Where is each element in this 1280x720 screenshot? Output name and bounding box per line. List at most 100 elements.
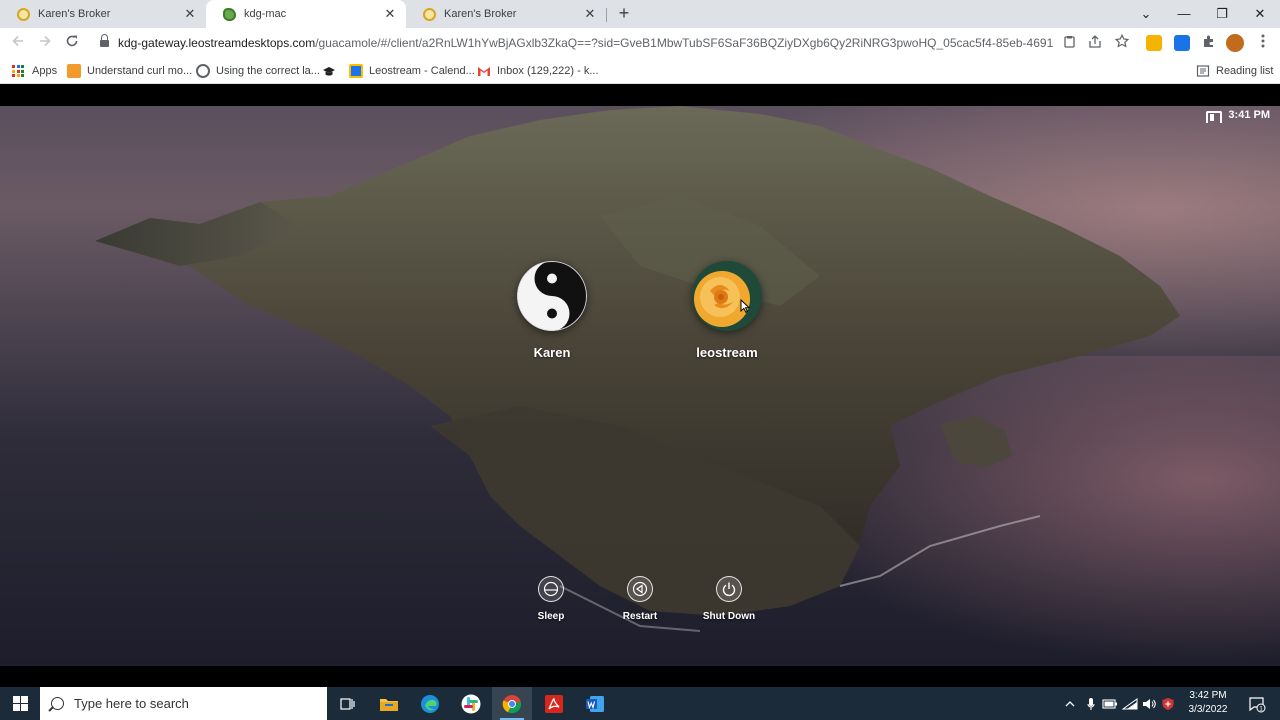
windows-logo-icon	[12, 696, 28, 711]
restart-button[interactable]: Restart	[605, 576, 675, 622]
search-placeholder: Type here to search	[74, 696, 189, 711]
wifi-icon	[1122, 697, 1138, 709]
new-tab-button[interactable]: +	[614, 2, 634, 24]
yin-yang-avatar-icon	[517, 261, 587, 331]
reading-list-button[interactable]: Reading list	[1196, 63, 1273, 79]
reload-button[interactable]	[61, 32, 83, 54]
notification-center-button[interactable]: 1	[1242, 687, 1272, 720]
profile-avatar[interactable]	[1226, 34, 1244, 52]
tab-karens-broker-1[interactable]: Karen's Broker ✕	[0, 0, 206, 28]
extensions-button[interactable]	[1198, 32, 1220, 54]
mouse-cursor-icon	[740, 299, 750, 313]
macos-login-screen[interactable]: 3:41 PM Karen leostream Sleep Restart Sh…	[0, 106, 1280, 666]
minimize-button[interactable]: —	[1166, 0, 1202, 28]
browser-tab-strip: Karen's Broker ✕ kdg-mac ✕ Karen's Broke…	[0, 0, 1280, 28]
gmail-icon	[478, 67, 490, 76]
yin-yang-icon	[517, 261, 587, 331]
user-name-label: Karen	[533, 345, 571, 360]
volume-tray-button[interactable]	[1140, 687, 1158, 720]
login-menu-extras: 3:41 PM	[1206, 109, 1270, 123]
extension-orange-icon[interactable]	[1146, 35, 1162, 51]
task-view-button[interactable]	[327, 687, 367, 720]
acrobat-app[interactable]	[534, 687, 574, 720]
browser-toolbar: kdg-gateway.leostreamdesktops.com/guacam…	[0, 28, 1280, 58]
taskbar-clock[interactable]: 3:42 PM 3/3/2022	[1178, 689, 1238, 717]
menubar-clock: 3:41 PM	[1228, 109, 1270, 121]
chrome-menu-button[interactable]	[1252, 32, 1274, 54]
slack-icon	[461, 694, 481, 713]
close-window-button[interactable]: ✕	[1242, 0, 1278, 28]
wifi-tray-button[interactable]	[1120, 687, 1140, 720]
extension-blue-icon[interactable]	[1174, 35, 1190, 51]
tab-close-icon[interactable]: ✕	[582, 6, 598, 22]
guacamole-favicon-icon	[223, 7, 236, 21]
start-button[interactable]	[0, 687, 40, 720]
restore-button[interactable]: ❐	[1204, 0, 1240, 28]
word-icon	[586, 695, 604, 712]
bookmark-star-button[interactable]	[1111, 32, 1133, 54]
bookmark-label: Leostream - Calend...	[369, 65, 475, 77]
sleep-button[interactable]: Sleep	[516, 576, 586, 622]
graduation-cap-icon	[323, 67, 335, 76]
word-app[interactable]	[575, 687, 615, 720]
rose-icon	[692, 261, 762, 331]
user-leostream[interactable]: leostream	[667, 261, 787, 360]
calendar-icon	[349, 64, 363, 78]
bookmark-label: Inbox (129,222) - k...	[497, 65, 599, 77]
address-bar[interactable]: kdg-gateway.leostreamdesktops.com/guacam…	[118, 36, 1053, 50]
shut-down-button[interactable]: Shut Down	[694, 576, 764, 622]
broker-favicon-icon	[423, 7, 436, 21]
acrobat-icon	[545, 694, 563, 713]
battery-icon	[1102, 698, 1117, 709]
tab-close-icon[interactable]: ✕	[182, 6, 198, 22]
battery-tray-button[interactable]	[1100, 687, 1120, 720]
puzzle-icon	[1204, 35, 1213, 47]
bookmark-understand-curl[interactable]: Understand curl mo...	[67, 63, 192, 79]
edge-icon	[421, 694, 439, 713]
chevron-up-icon	[1065, 700, 1075, 706]
tab-separator	[606, 8, 607, 22]
bookmarks-bar: Apps Understand curl mo... Using the cor…	[0, 58, 1280, 84]
tab-search-button[interactable]: ⌄	[1128, 0, 1164, 28]
chrome-app[interactable]	[492, 687, 532, 720]
accessibility-icon[interactable]	[1206, 109, 1223, 123]
share-page-button[interactable]	[1058, 32, 1080, 54]
taskbar-search-box[interactable]: Type here to search	[40, 687, 327, 720]
notification-icon: 1	[1249, 696, 1266, 712]
tray-overflow-button[interactable]	[1060, 687, 1080, 720]
bookmark-apps[interactable]: Apps	[12, 63, 57, 79]
task-view-icon	[340, 697, 355, 710]
slack-app[interactable]	[451, 687, 491, 720]
file-explorer-app[interactable]	[369, 687, 409, 720]
tab-karens-broker-2[interactable]: Karen's Broker ✕	[406, 0, 606, 28]
windows-taskbar: Type here to search 3:42 PM 3/3/2022 1	[0, 687, 1280, 720]
tab-title: Karen's Broker	[444, 8, 517, 20]
shut-down-label: Shut Down	[702, 611, 756, 622]
bookmark-label: Apps	[32, 65, 58, 77]
shutdown-icon	[716, 576, 742, 602]
orange-bookmark-icon	[67, 64, 81, 78]
bookmark-leostream-calendar[interactable]: Leostream - Calend...	[349, 63, 475, 79]
bookmark-using-the-correct[interactable]: Using the correct la...	[196, 63, 320, 79]
bookmark-gmail-inbox[interactable]: Inbox (129,222) - k...	[477, 63, 599, 79]
folder-icon	[380, 698, 398, 711]
restart-icon	[627, 576, 653, 602]
remote-viewport-top-border	[0, 85, 1280, 106]
lock-icon[interactable]	[100, 34, 109, 48]
globe-icon	[196, 64, 210, 78]
edge-browser-app[interactable]	[410, 687, 450, 720]
share-button[interactable]	[1084, 32, 1106, 54]
reload-icon	[66, 35, 78, 47]
chrome-icon	[502, 694, 522, 713]
clock-date: 3/3/2022	[1188, 704, 1228, 715]
tab-kdg-mac[interactable]: kdg-mac ✕	[206, 0, 406, 28]
security-tray-button[interactable]	[1158, 687, 1178, 720]
forward-button[interactable]	[34, 32, 56, 54]
tab-close-icon[interactable]: ✕	[382, 6, 398, 22]
back-button[interactable]	[7, 32, 29, 54]
microphone-tray-button[interactable]	[1082, 687, 1100, 720]
shield-icon	[1162, 697, 1174, 710]
bookmark-graduation[interactable]	[322, 63, 342, 79]
yellow-rose-avatar-icon	[692, 261, 762, 331]
user-karen[interactable]: Karen	[492, 261, 612, 360]
